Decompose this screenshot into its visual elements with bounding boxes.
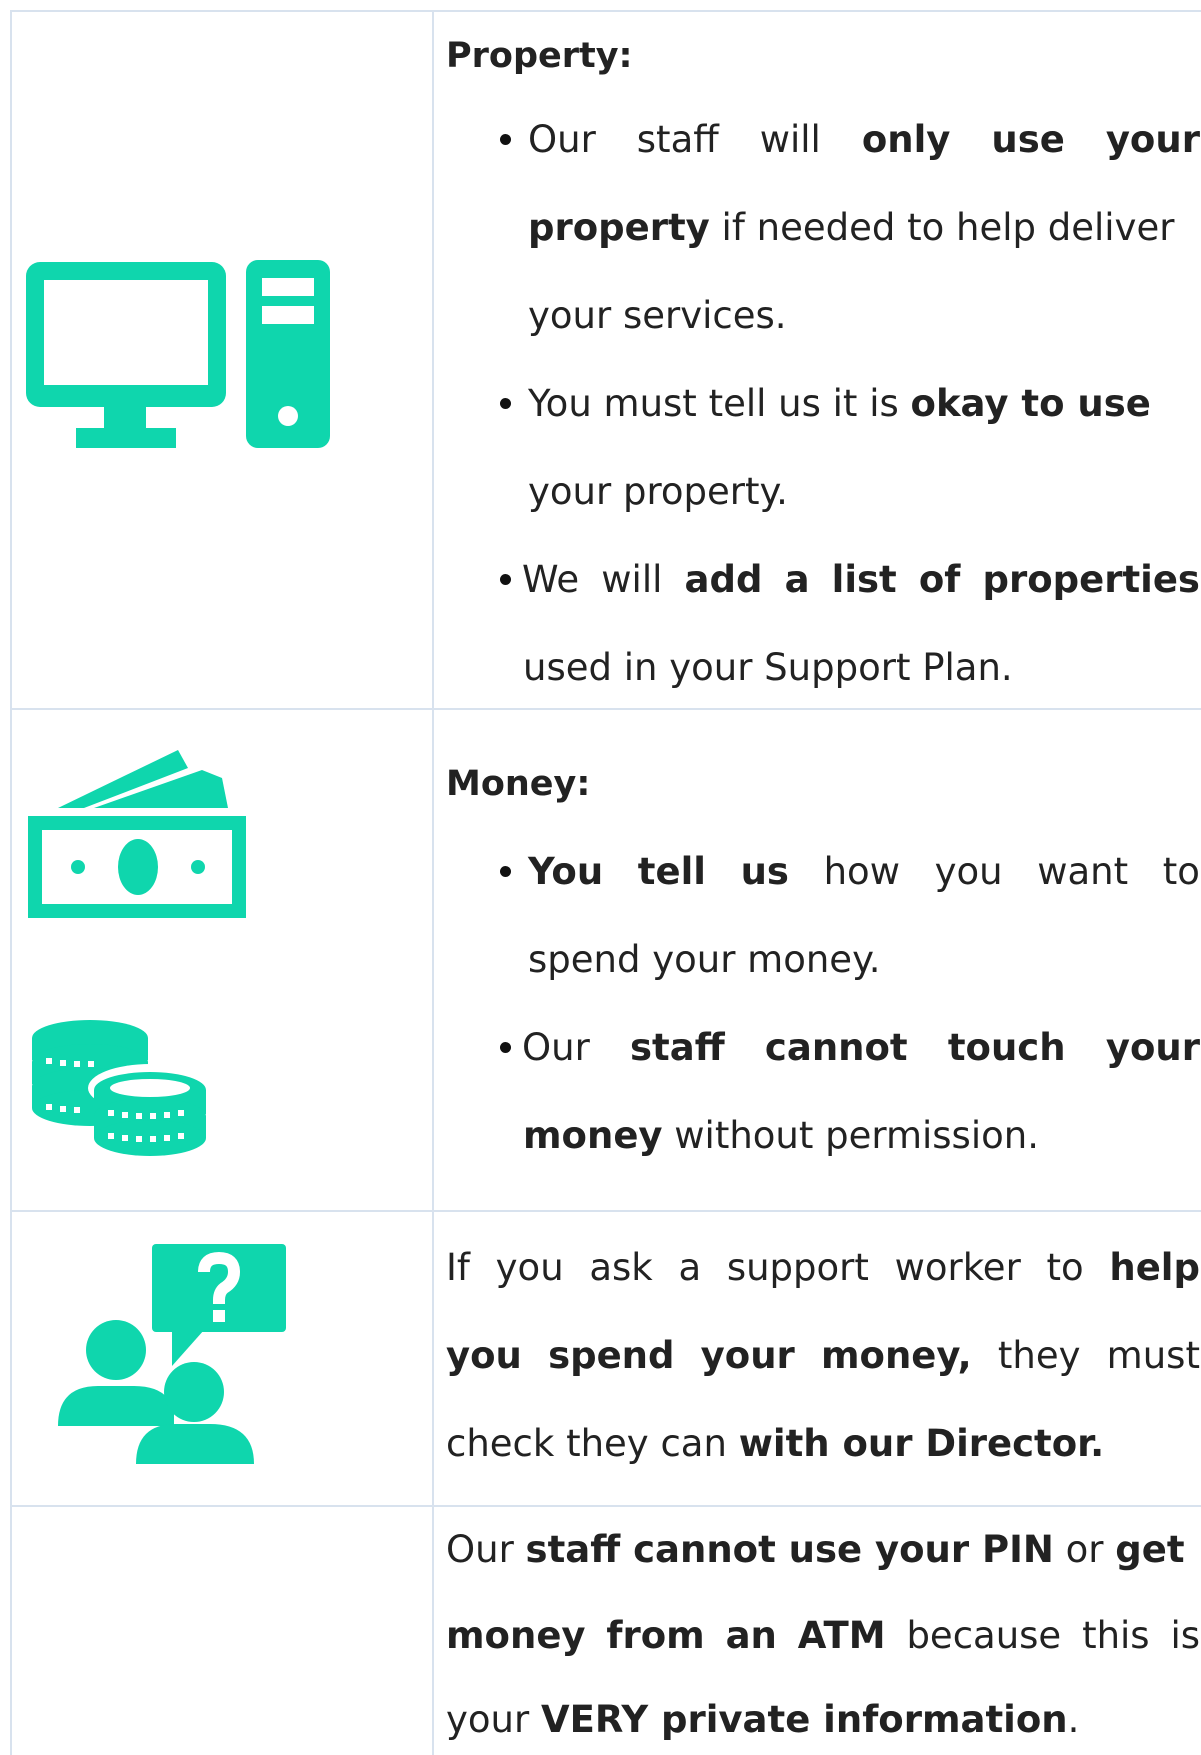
text-fragment: because <box>906 1614 1062 1657</box>
bullet-dot <box>500 398 511 409</box>
banknotes-icon <box>28 750 246 918</box>
text-fragment: touch <box>947 1026 1066 1069</box>
bullet-dot <box>500 574 511 585</box>
text-fragment: You <box>528 850 604 893</box>
ask-line-1: If you ask a support worker to help <box>446 1246 1200 1290</box>
text-fragment: list <box>831 558 897 601</box>
text-fragment: is <box>1170 1614 1200 1657</box>
money-bullet-2: Our staff cannot touch your <box>500 1026 1200 1070</box>
text-fragment: cannot <box>764 1026 908 1069</box>
bullet-dot <box>500 1042 511 1053</box>
text-fragment: use <box>991 118 1065 161</box>
text-fragment: money, <box>820 1334 972 1377</box>
pin-line-1: Our staff cannot use your PIN or get <box>446 1528 1185 1572</box>
text-fragment: will <box>601 558 663 601</box>
text-fragment: you <box>446 1334 522 1377</box>
text-fragment: a <box>784 558 810 601</box>
property-bullet-2: You must tell us it is okay to use <box>500 382 1200 426</box>
text-fragment: your <box>1105 1026 1200 1069</box>
text-fragment: spend <box>548 1334 675 1377</box>
text-fragment: ATM <box>797 1614 886 1657</box>
text-fragment: Our <box>446 1528 526 1571</box>
text-fragment: you <box>495 1246 564 1289</box>
text-fragment: to <box>1162 850 1200 893</box>
row-divider <box>10 708 1201 710</box>
text-fragment: without permission. <box>662 1114 1039 1157</box>
text-fragment: your <box>1105 118 1200 161</box>
text-fragment: must <box>1106 1334 1200 1377</box>
text-fragment: your <box>446 1698 541 1741</box>
property-bullet-1: Our staff will only use your <box>500 118 1200 162</box>
row-divider <box>10 10 1201 12</box>
text-fragment: properties <box>982 558 1200 601</box>
text-fragment: your <box>700 1334 795 1377</box>
computer-icon <box>26 260 330 448</box>
text-fragment: staff cannot use your PIN <box>525 1528 1054 1571</box>
pin-line-3: your VERY private information. <box>446 1698 1079 1742</box>
ask-line-3: check they can with our Director. <box>446 1422 1104 1466</box>
property-bullet-1-line-2: property if needed to help deliver <box>528 206 1174 250</box>
text-fragment: how <box>823 850 900 893</box>
text-fragment: will <box>759 118 821 161</box>
text-fragment: property <box>528 206 710 249</box>
text-fragment: If <box>446 1246 470 1289</box>
text-fragment: support <box>726 1246 869 1289</box>
property-bullet-1-line-3: your services. <box>528 294 787 337</box>
text-fragment: help <box>1109 1246 1200 1289</box>
text-fragment: get <box>1115 1528 1185 1571</box>
text-fragment: VERY private information <box>540 1698 1068 1741</box>
text-fragment: us <box>740 850 789 893</box>
property-bullet-3-line-2: used in your Support Plan. <box>523 646 1013 689</box>
question-people-icon <box>58 1244 286 1464</box>
money-heading: Money: <box>446 764 591 804</box>
text-fragment: staff <box>636 118 719 161</box>
money-bullet-1-line-2: spend your money. <box>528 938 881 981</box>
text-fragment: you <box>934 850 1003 893</box>
text-fragment: if needed to help deliver <box>709 206 1175 249</box>
text-fragment: want <box>1037 850 1129 893</box>
property-bullet-3: We will add a list of properties <box>500 558 1200 602</box>
text-fragment: worker <box>894 1246 1021 1289</box>
text-fragment: to <box>1046 1246 1084 1289</box>
text-fragment: an <box>725 1614 777 1657</box>
money-bullet-1: You tell us how you want to <box>500 850 1200 894</box>
money-bullet-2-line-2: money without permission. <box>523 1114 1039 1158</box>
row-divider <box>10 1505 1201 1507</box>
text-fragment: with our Director. <box>738 1422 1105 1465</box>
column-divider <box>432 12 434 1755</box>
text-fragment: money <box>523 1114 663 1157</box>
text-fragment: only <box>861 118 951 161</box>
column-divider <box>10 12 12 1755</box>
row-divider <box>10 1210 1201 1212</box>
text-fragment: Our <box>522 1026 590 1069</box>
text-fragment: from <box>606 1614 705 1657</box>
pin-line-2: money from an ATM because this is <box>446 1614 1200 1658</box>
text-fragment: add <box>684 558 763 601</box>
coins-icon <box>32 1020 208 1156</box>
text-fragment: Our <box>528 118 596 161</box>
text-fragment: money <box>446 1614 586 1657</box>
bullet-dot <box>500 866 511 877</box>
text-fragment: okay to use <box>910 382 1151 425</box>
text-fragment: of <box>918 558 961 601</box>
text-fragment: . <box>1067 1698 1080 1741</box>
text-fragment: You must tell us it is <box>528 382 911 425</box>
text-fragment: staff <box>630 1026 725 1069</box>
property-heading: Property: <box>446 36 633 76</box>
text-fragment: We <box>522 558 580 601</box>
text-fragment: tell <box>637 850 706 893</box>
text-fragment: ask <box>589 1246 653 1289</box>
text-fragment: or <box>1053 1528 1116 1571</box>
property-bullet-2-line-2: your property. <box>528 470 788 513</box>
text-fragment: check they can <box>446 1422 739 1465</box>
ask-line-2: you spend your money, they must <box>446 1334 1200 1378</box>
text-fragment: this <box>1082 1614 1150 1657</box>
bullet-dot <box>500 134 511 145</box>
text-fragment: they <box>997 1334 1081 1377</box>
text-fragment: a <box>678 1246 702 1289</box>
